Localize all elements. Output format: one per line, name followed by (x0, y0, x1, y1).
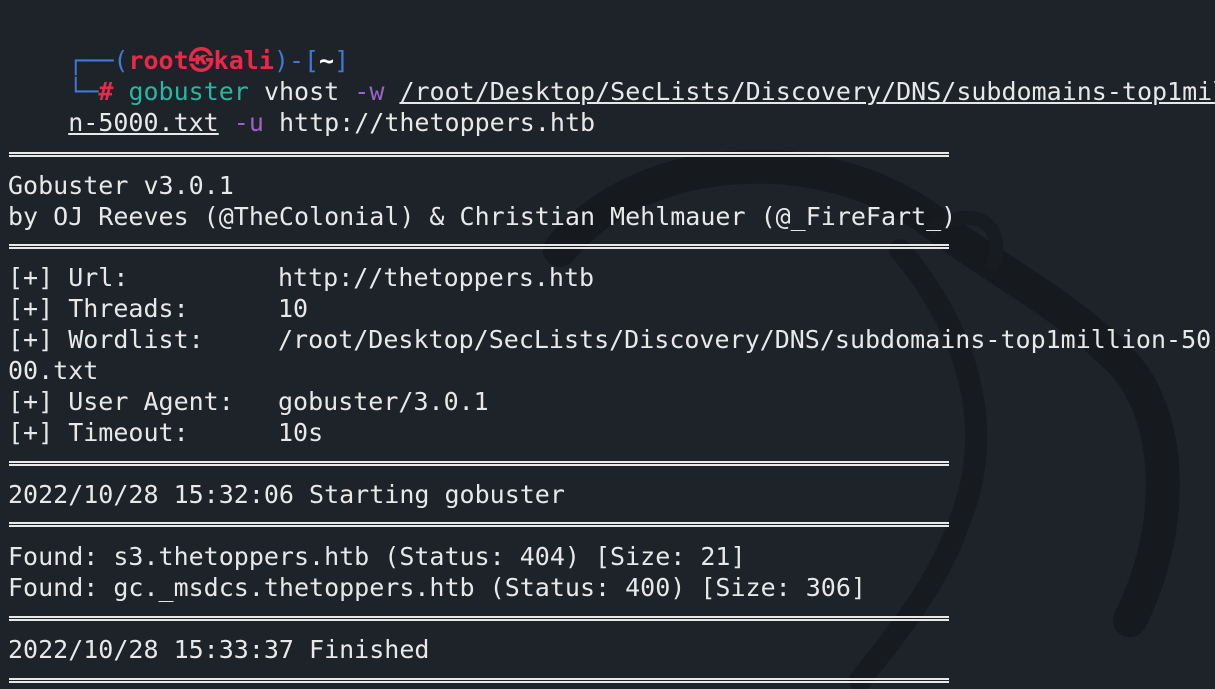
config-row-wrap: 00.txt (8, 355, 98, 386)
config-value: 10s (278, 418, 324, 447)
separator (9, 522, 949, 527)
config-row: [+] Timeout: 10s (8, 417, 323, 448)
config-label: [+] User Agent: (8, 387, 234, 416)
config-row: [+] Url: http://thetoppers.htb (8, 262, 594, 293)
banner-authors: by OJ Reeves (@TheColonial) & Christian … (8, 202, 957, 231)
config-label: [+] Timeout: (8, 418, 189, 447)
prompt-line: ┌──(root㉿kali)-[~] (8, 14, 349, 75)
separator (9, 616, 949, 621)
config-label: [+] Url: (8, 263, 129, 292)
config-label: [+] Wordlist: (8, 325, 204, 354)
wordlist-path-part2: n-5000.txt (68, 108, 219, 137)
found-result: Found: s3.thetoppers.htb (Status: 404) [… (8, 542, 746, 571)
config-value: 00.txt (8, 356, 99, 385)
config-value: gobuster/3.0.1 (278, 387, 489, 416)
command-line-wrap: n-5000.txt -u http://thetoppers.htb (8, 76, 595, 137)
start-line: 2022/10/28 15:32:06 Starting gobuster (8, 480, 565, 509)
config-row: [+] Threads: 10 (8, 293, 308, 324)
banner-title: Gobuster v3.0.1 (8, 171, 234, 200)
separator (9, 678, 949, 683)
found-result: Found: gc._msdcs.thetoppers.htb (Status:… (8, 573, 866, 602)
command-line[interactable]: └─# gobuster vhost -w /root/Desktop/SecL… (8, 45, 1215, 106)
separator (9, 244, 949, 249)
config-value: 10 (278, 294, 309, 323)
terminal[interactable]: ┌──(root㉿kali)-[~] └─# gobuster vhost -w… (0, 0, 1215, 689)
config-value: http://thetoppers.htb (278, 263, 595, 292)
target-url: http://thetoppers.htb (278, 108, 596, 137)
flag-u: -u (233, 108, 264, 137)
config-row: [+] User Agent: gobuster/3.0.1 (8, 386, 489, 417)
config-label: [+] Threads: (8, 294, 189, 323)
separator (9, 461, 949, 466)
separator (9, 152, 949, 157)
config-row: [+] Wordlist: /root/Desktop/SecLists/Disc… (8, 324, 1211, 355)
config-value: /root/Desktop/SecLists/Discovery/DNS/sub… (278, 325, 1212, 354)
finish-line: 2022/10/28 15:33:37 Finished (8, 635, 430, 664)
